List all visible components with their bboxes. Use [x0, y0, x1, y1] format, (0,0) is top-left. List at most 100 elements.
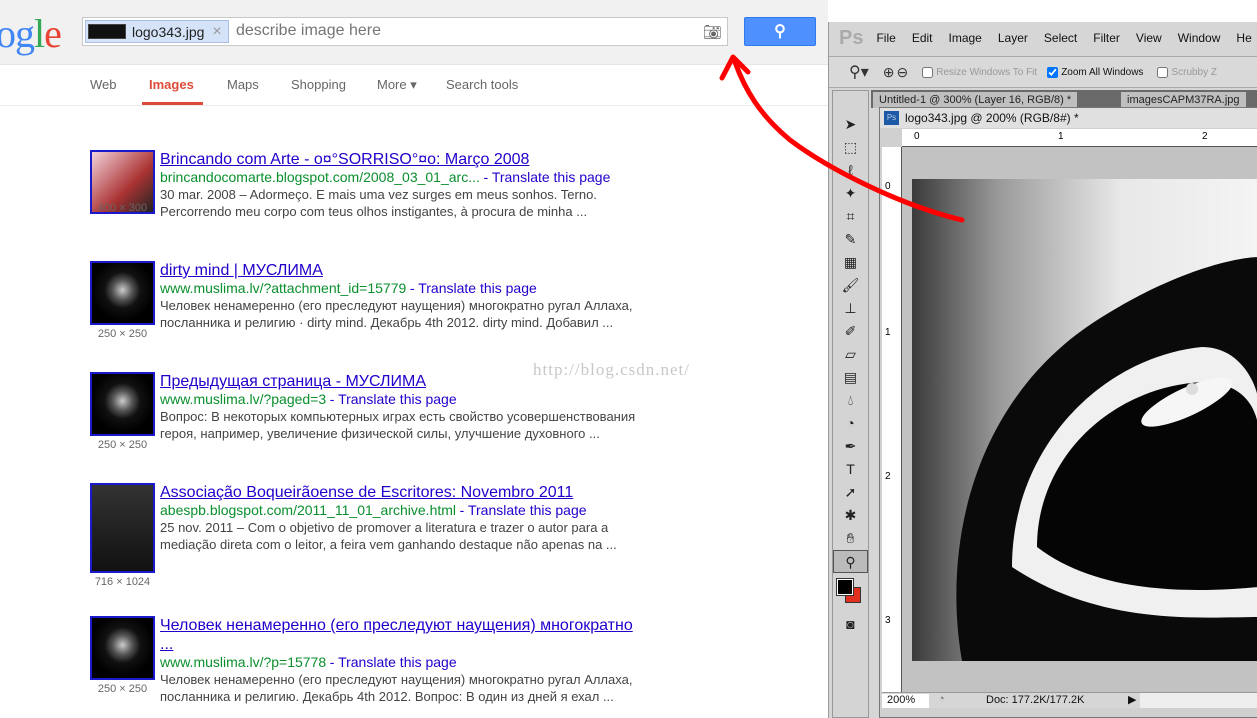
translate-link[interactable]: Translate this page: [468, 502, 587, 518]
translate-link[interactable]: Translate this page: [338, 654, 457, 670]
marquee-tool-icon[interactable]: ⬚: [833, 136, 868, 159]
eyedropper-icon[interactable]: ✎: [833, 228, 868, 251]
color-swatches[interactable]: [833, 573, 868, 613]
search-box[interactable]: logo343.jpg × 📷︎: [82, 17, 728, 46]
gradient-tool-icon[interactable]: ▤: [833, 366, 868, 389]
options-bar: ⚲▾ ⊕ ⊖ Resize Windows To Fit Zoom All Wi…: [829, 56, 1257, 88]
menu-image[interactable]: Image: [949, 31, 982, 45]
zoom-tool-icon[interactable]: ⚲: [833, 550, 868, 573]
image-dimensions: 400 × 300: [97, 202, 148, 214]
result-thumbnail[interactable]: [90, 483, 155, 573]
search-input[interactable]: [236, 22, 686, 40]
scrubby-zoom-checkbox[interactable]: [1157, 66, 1169, 78]
google-logo[interactable]: ogle: [0, 10, 62, 57]
menu-edit[interactable]: Edit: [912, 31, 933, 45]
query-thumbnail: [88, 24, 126, 39]
document-title-bar[interactable]: Ps logo343.jpg @ 200% (RGB/8#) *: [880, 108, 1257, 128]
document-title: logo343.jpg @ 200% (RGB/8#) *: [905, 111, 1079, 125]
resize-windows-label: Resize Windows To Fit: [936, 66, 1038, 78]
translate-link[interactable]: Translate this page: [418, 280, 537, 296]
ruler-label: 2: [885, 471, 891, 482]
crop-tool-icon[interactable]: ⌗: [833, 205, 868, 228]
result-snippet: Человек ненамеренно (его преследуют наущ…: [160, 672, 633, 704]
document-window: Ps logo343.jpg @ 200% (RGB/8#) * 0 1 2 0 …: [879, 107, 1257, 718]
healing-brush-icon[interactable]: ▦: [833, 251, 868, 274]
path-selection-icon[interactable]: ➚: [833, 481, 868, 504]
image-dimensions: 250 × 250: [97, 328, 148, 340]
history-brush-icon[interactable]: ✐: [833, 320, 868, 343]
pen-tool-icon[interactable]: ✒: [833, 435, 868, 458]
lasso-tool-icon[interactable]: ℓ: [833, 159, 868, 182]
ruler-label: 0: [885, 181, 891, 192]
type-tool-icon[interactable]: T: [833, 458, 868, 481]
result-thumbnail[interactable]: [90, 372, 155, 436]
result-title-link[interactable]: Предыдущая страница - МУСЛИМА: [160, 373, 426, 390]
zoom-tool-icon[interactable]: ⚲▾: [849, 62, 869, 82]
tab-images[interactable]: Images: [149, 77, 194, 92]
result-snippet: 25 nov. 2011 – Com o objetivo de promove…: [160, 520, 617, 552]
image-dimensions: 250 × 250: [97, 683, 148, 695]
result-thumbnail[interactable]: [90, 616, 155, 680]
canvas-area[interactable]: [902, 147, 1257, 692]
zoom-level-field[interactable]: 200%: [882, 694, 929, 708]
translate-link[interactable]: Translate this page: [492, 169, 611, 185]
remove-image-icon[interactable]: ×: [212, 23, 221, 41]
menu-bar: Ps File Edit Image Layer Select Filter V…: [829, 22, 1257, 54]
result-thumbnail[interactable]: [90, 261, 155, 325]
watermark: http://blog.csdn.net/: [533, 360, 690, 379]
menu-help[interactable]: He: [1236, 31, 1251, 45]
horizontal-ruler[interactable]: 0 1 2: [902, 129, 1257, 147]
shape-tool-icon[interactable]: ✱: [833, 504, 868, 527]
menu-layer[interactable]: Layer: [998, 31, 1028, 45]
doc-tab-images[interactable]: imagesCAPM37RA.jpg: [1121, 92, 1246, 108]
tab-web[interactable]: Web: [90, 77, 117, 92]
result-url: abespb.blogspot.com/2011_11_01_archive.h…: [160, 502, 457, 518]
menu-file[interactable]: File: [876, 31, 895, 45]
result-title-link[interactable]: Associação Boqueirãoense de Escritores: …: [160, 484, 573, 501]
ps-doc-icon: Ps: [884, 111, 899, 125]
stamp-tool-icon[interactable]: ⊥: [833, 297, 868, 320]
ruler-label: 2: [1202, 131, 1208, 142]
search-button[interactable]: ⚲: [744, 17, 816, 46]
image-query-chip: logo343.jpg ×: [85, 20, 229, 43]
magic-wand-icon[interactable]: ✦: [833, 182, 868, 205]
tab-search-tools[interactable]: Search tools: [446, 77, 518, 92]
menu-view[interactable]: View: [1136, 31, 1162, 45]
move-tool-icon[interactable]: ➤: [833, 113, 868, 136]
tab-maps[interactable]: Maps: [227, 77, 259, 92]
translate-link[interactable]: Translate this page: [338, 391, 457, 407]
menu-window[interactable]: Window: [1178, 31, 1221, 45]
horizontal-scrollbar[interactable]: [1140, 693, 1257, 708]
menu-filter[interactable]: Filter: [1093, 31, 1120, 45]
status-menu-arrow-icon[interactable]: ▶: [1128, 693, 1136, 706]
tab-shopping[interactable]: Shopping: [291, 77, 346, 92]
resize-windows-checkbox[interactable]: [922, 66, 934, 78]
dodge-tool-icon[interactable]: ◔: [833, 412, 868, 435]
blur-tool-icon[interactable]: 💧︎: [833, 389, 868, 412]
status-info-icon[interactable]: ◔: [938, 693, 945, 705]
eraser-icon[interactable]: ▱: [833, 343, 868, 366]
tab-more[interactable]: More ▾: [377, 77, 417, 93]
menu-select[interactable]: Select: [1044, 31, 1077, 45]
zoom-in-icon[interactable]: ⊕: [883, 64, 895, 81]
result-title-link[interactable]: dirty mind | МУСЛИМА: [160, 262, 323, 279]
zoom-all-windows-checkbox[interactable]: [1047, 66, 1059, 78]
hand-tool-icon[interactable]: ✋︎: [833, 527, 868, 550]
scrubby-zoom-label: Scrubby Z: [1171, 66, 1218, 78]
vertical-ruler[interactable]: 0 1 2 3: [882, 147, 902, 692]
result-title-link[interactable]: Человек ненамеренно (его преследуют наущ…: [160, 617, 633, 653]
zoom-out-icon[interactable]: ⊖: [896, 64, 908, 81]
doc-tab-untitled[interactable]: Untitled-1 @ 300% (Layer 16, RGB/8) *: [873, 92, 1078, 108]
doc-size: Doc: 177.2K/177.2K: [986, 694, 1085, 706]
document-tabs: Untitled-1 @ 300% (Layer 16, RGB/8) * im…: [871, 90, 1257, 108]
brush-tool-icon[interactable]: 🖌︎: [833, 274, 868, 297]
chip-filename: logo343.jpg: [132, 23, 205, 40]
result-url: brincandocomarte.blogspot.com/2008_03_01…: [160, 169, 480, 185]
camera-icon[interactable]: 📷︎: [703, 23, 722, 41]
photoshop-logo: Ps: [839, 26, 864, 49]
quick-mask-icon[interactable]: ◙: [833, 613, 868, 636]
tools-panel: ➤ ⬚ ℓ ✦ ⌗ ✎ ▦ 🖌︎ ⊥ ✐ ▱ ▤ 💧︎ ◔ ✒ T ➚ ✱ ✋︎…: [832, 90, 869, 718]
result-snippet: Человек ненамеренно (его преследуют наущ…: [160, 298, 633, 330]
result-title-link[interactable]: Brincando com Arte - o¤°SORRISO°¤o: Març…: [160, 151, 529, 168]
result-snippet: Вопрос: В некоторых компьютерных играх е…: [160, 409, 636, 441]
